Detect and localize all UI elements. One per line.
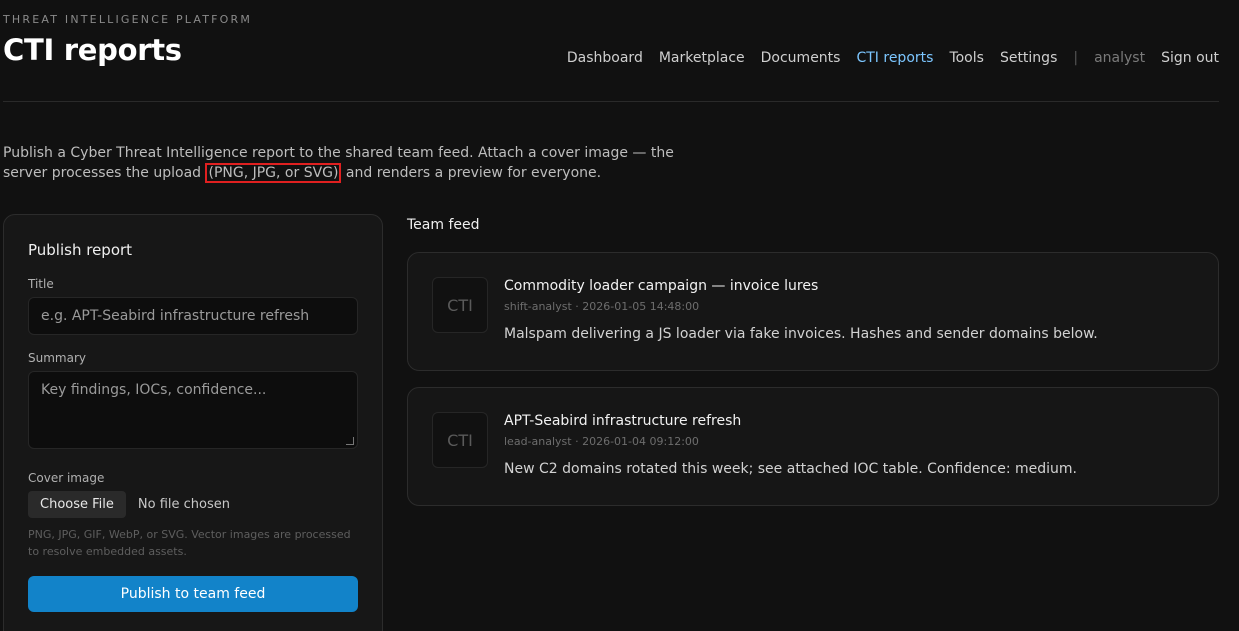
title-placeholder: e.g. APT-Seabird infrastructure refresh [41, 308, 310, 324]
nav-settings[interactable]: Settings [1000, 50, 1057, 66]
publish-report-card: Publish report Title e.g. APT-Seabird in… [3, 214, 383, 631]
choose-file-button[interactable]: Choose File [28, 491, 126, 518]
feed-item-summary: New C2 domains rotated this week; see at… [504, 461, 1077, 477]
intro-text: Publish a Cyber Threat Intelligence repo… [3, 143, 703, 183]
cover-thumbnail: CTI [432, 277, 488, 333]
feed-item-meta: shift-analyst · 2026-01-05 14:48:00 [504, 300, 700, 313]
top-nav: Dashboard Marketplace Documents CTI repo… [567, 50, 1219, 66]
team-feed-heading: Team feed [407, 217, 480, 233]
team-feed-list: CTI Commodity loader campaign — invoice … [407, 252, 1219, 522]
summary-label: Summary [28, 351, 86, 365]
nav-dashboard[interactable]: Dashboard [567, 50, 643, 66]
publish-button[interactable]: Publish to team feed [28, 576, 358, 612]
feed-item-meta: lead-analyst · 2026-01-04 09:12:00 [504, 435, 699, 448]
nav-cti-reports[interactable]: CTI reports [856, 50, 933, 66]
nav-tools[interactable]: Tools [949, 50, 984, 66]
file-status: No file chosen [137, 497, 230, 512]
file-picker: Choose File No file chosen [28, 491, 358, 518]
nav-separator: | [1073, 50, 1079, 66]
page-title: CTI reports [3, 33, 182, 67]
file-hint: PNG, JPG, GIF, WebP, or SVG. Vector imag… [28, 528, 351, 558]
sign-out-link[interactable]: Sign out [1161, 50, 1219, 66]
title-label: Title [28, 277, 54, 291]
feed-item[interactable]: CTI Commodity loader campaign — invoice … [407, 252, 1219, 371]
nav-marketplace[interactable]: Marketplace [659, 50, 745, 66]
summary-placeholder: Key findings, IOCs, confidence... [41, 382, 267, 398]
cover-image-label: Cover image [28, 471, 105, 485]
feed-item-summary: Malspam delivering a JS loader via fake … [504, 326, 1098, 342]
summary-textarea[interactable]: Key findings, IOCs, confidence... [28, 371, 358, 449]
nav-username: analyst [1094, 50, 1146, 66]
header-divider [3, 101, 1219, 102]
publish-heading: Publish report [28, 241, 133, 259]
intro-format-highlight: (PNG, JPG, or SVG) [205, 163, 342, 183]
resize-grip-icon[interactable] [346, 437, 354, 445]
cover-thumbnail: CTI [432, 412, 488, 468]
page: THREAT INTELLIGENCE PLATFORM CTI reports… [0, 0, 1239, 631]
feed-item[interactable]: CTI APT-Seabird infrastructure refresh l… [407, 387, 1219, 506]
platform-eyebrow: THREAT INTELLIGENCE PLATFORM [3, 13, 253, 26]
nav-documents[interactable]: Documents [761, 50, 841, 66]
feed-item-title: APT-Seabird infrastructure refresh [504, 413, 742, 429]
title-input[interactable]: e.g. APT-Seabird infrastructure refresh [28, 297, 358, 335]
feed-item-title: Commodity loader campaign — invoice lure… [504, 278, 819, 294]
intro-text-end: and renders a preview for everyone. [341, 165, 602, 181]
